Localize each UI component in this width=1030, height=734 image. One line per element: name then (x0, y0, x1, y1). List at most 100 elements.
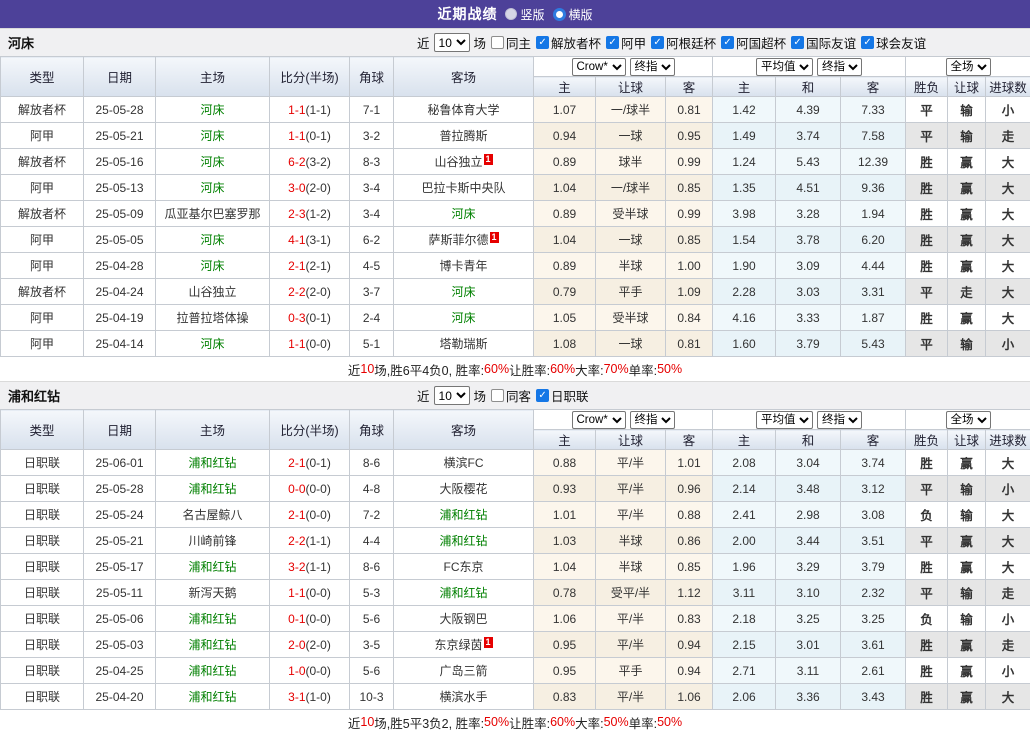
result-cell: 大 (986, 279, 1030, 305)
corner-cell: 3-5 (350, 632, 394, 658)
halftime-score: (1-1) (306, 560, 331, 574)
odds-group-dropdowns: Crow*终指 (534, 410, 713, 430)
average-odds-cell: 4.51 (776, 175, 841, 201)
away-team-name: 萨斯菲尔德 (428, 233, 488, 247)
page-title: 近期战绩 (437, 4, 497, 24)
result-cell: 大 (986, 149, 1030, 175)
filter-checkbox-label: 阿甲 (621, 33, 646, 52)
average-odds-cell: 3.11 (776, 658, 841, 684)
odds-source-select[interactable]: 平均值 (756, 411, 813, 429)
average-odds-cell: 2.41 (713, 502, 776, 528)
match-row: 日职联25-05-21川崎前锋2-2(1-1)4-4浦和红钻1.03半球0.86… (1, 528, 1030, 554)
away-team-name: 横滨FC (444, 456, 484, 470)
away-team-cell: 浦和红钻 (394, 502, 534, 528)
column-header-2: 主场 (156, 410, 270, 450)
filter-checkbox-国际友谊[interactable]: ✓国际友谊 (791, 33, 856, 52)
column-header-2: 主场 (156, 57, 270, 97)
home-team-cell: 浦和红钻 (156, 476, 270, 502)
result-cell: 大 (986, 305, 1030, 331)
home-team-cell: 浦和红钻 (156, 684, 270, 710)
fulltime-score: 2-2 (288, 285, 305, 299)
match-row: 阿甲25-05-21河床1-1(0-1)3-2普拉腾斯0.94一球0.951.4… (1, 123, 1030, 149)
home-team-name: 河床 (200, 129, 224, 143)
score-cell: 3-1(1-0) (270, 684, 350, 710)
recent-suffix-label: 场 (474, 386, 487, 405)
filter-checkbox-同客[interactable]: 同客 (491, 386, 531, 405)
crow-odds-cell: 0.94 (666, 658, 713, 684)
away-team-name: 博卡青年 (439, 259, 487, 273)
score-cell: 2-0(2-0) (270, 632, 350, 658)
halftime-score: (0-0) (306, 482, 331, 496)
crow-odds-cell: 1.12 (666, 580, 713, 606)
odds-group-dropdowns: 全场 (906, 57, 1030, 77)
home-team-cell: 河床 (156, 149, 270, 175)
date-cell: 25-05-06 (84, 606, 156, 632)
crow-odds-cell: 0.81 (666, 97, 713, 123)
average-odds-cell: 3.74 (841, 450, 906, 476)
filter-checkbox-阿甲[interactable]: ✓阿甲 (606, 33, 646, 52)
competition-badge: 日职联 (1, 580, 84, 606)
home-team-name: 浦和红钻 (188, 482, 236, 496)
recent-count-select[interactable]: 10 (434, 33, 470, 52)
odds-source-select[interactable]: Crow* (572, 58, 626, 76)
crow-odds-cell: 一球 (596, 123, 666, 149)
date-cell: 25-05-17 (84, 554, 156, 580)
halftime-score: (0-0) (306, 508, 331, 522)
filter-checkbox-解放者杯[interactable]: ✓解放者杯 (536, 33, 601, 52)
recent-count-select[interactable]: 10 (434, 386, 470, 405)
away-team-name: 大阪钢巴 (439, 612, 487, 626)
average-odds-cell: 1.87 (841, 305, 906, 331)
odds-source-select[interactable]: 全场 (946, 58, 991, 76)
average-odds-cell: 3.10 (776, 580, 841, 606)
horizontal-layout-radio[interactable]: 横版 (553, 6, 593, 23)
summary-segment: 单率: (629, 360, 657, 379)
away-team-name: 浦和红钻 (439, 508, 487, 522)
checkbox-checked-icon: ✓ (861, 36, 874, 49)
score-cell: 4-1(3-1) (270, 227, 350, 253)
away-team-cell: 大阪樱花 (394, 476, 534, 502)
odds-source-select[interactable]: 终指 (817, 58, 862, 76)
score-cell: 2-1(0-1) (270, 450, 350, 476)
filter-checkbox-日职联[interactable]: ✓日职联 (536, 386, 589, 405)
result-cell: 小 (986, 97, 1030, 123)
odds-sub-header: 让球 (596, 77, 666, 97)
average-odds-cell: 2.00 (713, 528, 776, 554)
odds-source-select[interactable]: 终指 (630, 58, 675, 76)
result-cell: 赢 (948, 528, 986, 554)
odds-source-select[interactable]: 终指 (630, 411, 675, 429)
competition-badge: 日职联 (1, 450, 84, 476)
away-team-cell: 广岛三箭 (394, 658, 534, 684)
average-odds-cell: 3.25 (776, 606, 841, 632)
odds-source-select[interactable]: 终指 (817, 411, 862, 429)
corner-cell: 5-3 (350, 580, 394, 606)
vertical-layout-radio[interactable]: 竖版 (505, 6, 544, 23)
filter-checkbox-同主[interactable]: 同主 (491, 33, 531, 52)
crow-odds-cell: 1.06 (666, 684, 713, 710)
date-cell: 25-04-14 (84, 331, 156, 357)
odds-sub-header: 让球 (596, 430, 666, 450)
team-name: 浦和红钻 (0, 386, 417, 405)
filter-checkbox-阿根廷杯[interactable]: ✓阿根廷杯 (651, 33, 716, 52)
score-cell: 2-3(1-2) (270, 201, 350, 227)
result-cell: 赢 (948, 684, 986, 710)
summary-line: 近10场,胜6平4负0, 胜率:60% 让胜率:60% 大率:70% 单率:50… (0, 357, 1030, 381)
average-odds-cell: 3.08 (841, 502, 906, 528)
fulltime-score: 3-0 (288, 181, 305, 195)
result-cell: 大 (986, 253, 1030, 279)
summary-segment: 50% (604, 715, 629, 729)
home-team-cell: 浦和红钻 (156, 606, 270, 632)
home-team-name: 浦和红钻 (188, 638, 236, 652)
odds-source-select[interactable]: 全场 (946, 411, 991, 429)
away-team-name: FC东京 (444, 560, 484, 574)
odds-source-select[interactable]: Crow* (572, 411, 626, 429)
result-cell: 平 (906, 580, 948, 606)
score-cell: 3-2(1-1) (270, 554, 350, 580)
filter-checkbox-球会友谊[interactable]: ✓球会友谊 (861, 33, 926, 52)
competition-badge: 阿甲 (1, 123, 84, 149)
score-cell: 2-1(2-1) (270, 253, 350, 279)
filter-checkbox-阿国超杯[interactable]: ✓阿国超杯 (721, 33, 786, 52)
crow-odds-cell: 0.96 (666, 476, 713, 502)
odds-source-select[interactable]: 平均值 (756, 58, 813, 76)
away-team-name: 河床 (451, 285, 475, 299)
crow-odds-cell: 1.07 (534, 97, 596, 123)
